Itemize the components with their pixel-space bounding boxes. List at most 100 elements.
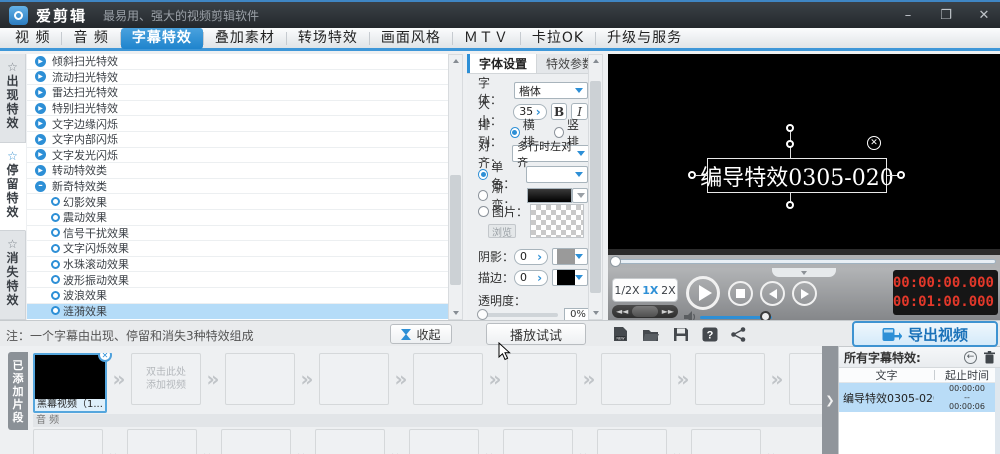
add-video-placeholder[interactable]: 双击此处添加视频: [131, 353, 201, 405]
empty-clip-slot[interactable]: [789, 353, 822, 405]
share-icon[interactable]: [731, 327, 746, 342]
effect-item[interactable]: 波形振动效果: [27, 272, 448, 288]
effect-item[interactable]: 水珠滚动效果: [27, 257, 448, 273]
scrollbar-thumb[interactable]: [450, 175, 461, 285]
speed-button[interactable]: 1X: [642, 284, 658, 297]
subtitle-selection-box[interactable]: 编导特效0305-020: [707, 158, 887, 193]
empty-audio-slot[interactable]: [33, 429, 103, 454]
empty-clip-slot[interactable]: [507, 353, 577, 405]
prev-frame-button[interactable]: [760, 281, 785, 306]
menu-tab[interactable]: 升级与服务: [596, 28, 693, 49]
menu-tab[interactable]: 音 频: [62, 28, 119, 49]
font-select[interactable]: 楷体: [514, 82, 588, 99]
image-radio[interactable]: [478, 206, 489, 217]
gradient-radio[interactable]: [478, 190, 488, 201]
remove-subtitle-icon[interactable]: ✕: [867, 136, 881, 150]
next-frame-button[interactable]: [792, 281, 817, 306]
menu-tab[interactable]: 卡拉OK: [521, 28, 595, 49]
opacity-slider-thumb[interactable]: [477, 309, 488, 320]
empty-clip-slot[interactable]: [695, 353, 765, 405]
shadow-color-picker[interactable]: [552, 248, 588, 265]
empty-audio-slot[interactable]: [503, 429, 573, 454]
collapse-notch[interactable]: [772, 268, 836, 277]
empty-clip-slot[interactable]: [319, 353, 389, 405]
close-button[interactable]: ✕: [976, 8, 992, 23]
menu-tab[interactable]: ＭＴＶ: [453, 28, 520, 49]
empty-audio-slot[interactable]: [409, 429, 479, 454]
tab-font-settings[interactable]: 字体设置: [467, 54, 536, 73]
stage-tab[interactable]: ☆停留特效: [0, 143, 26, 232]
empty-audio-slot[interactable]: [127, 429, 197, 454]
seek-bar[interactable]: [608, 255, 1000, 268]
empty-audio-slot[interactable]: [221, 429, 291, 454]
browse-button[interactable]: 浏览: [488, 224, 516, 238]
video-preview[interactable]: 编导特效0305-020 ✕: [608, 54, 1000, 255]
save-icon[interactable]: [673, 327, 689, 342]
export-video-button[interactable]: 导出视频: [852, 321, 998, 347]
left-handle[interactable]: [688, 171, 696, 179]
scroll-down-icon[interactable]: [589, 307, 602, 319]
solid-color-picker[interactable]: [526, 166, 588, 183]
speed-button[interactable]: 2X: [661, 284, 676, 297]
effect-item[interactable]: ▶特别扫光特效: [27, 101, 448, 117]
effect-item[interactable]: ▶转动特效类: [27, 163, 448, 179]
vertical-radio[interactable]: [554, 127, 564, 138]
jog-thumb[interactable]: [632, 306, 658, 317]
restore-button[interactable]: ❐: [938, 8, 954, 23]
menu-tab[interactable]: 视 频: [4, 28, 61, 49]
effect-item[interactable]: 信号干扰效果: [27, 226, 448, 242]
solid-color-radio[interactable]: [478, 169, 488, 180]
timeline-clip[interactable]: 黑幕视频（1...✕: [33, 353, 107, 413]
image-texture-preview[interactable]: [530, 204, 584, 238]
bottom-handle[interactable]: [786, 201, 794, 209]
subtitles-scrollbar[interactable]: [995, 368, 1000, 454]
effect-item[interactable]: 幻影效果: [27, 194, 448, 210]
rotate-handle[interactable]: [786, 124, 794, 132]
effect-item[interactable]: –新奇特效类: [27, 179, 448, 195]
effect-item[interactable]: ▶倾斜扫光特效: [27, 54, 448, 70]
undo-icon[interactable]: ←: [964, 351, 977, 364]
empty-clip-slot[interactable]: [413, 353, 483, 405]
subtitle-overlay-text[interactable]: 编导特效0305-020: [700, 160, 893, 192]
seek-track[interactable]: [612, 259, 996, 264]
empty-clip-slot[interactable]: [601, 353, 671, 405]
added-clips-tab[interactable]: 已添加片段: [8, 352, 28, 430]
speed-button[interactable]: 1/2X: [614, 284, 639, 297]
top-handle[interactable]: [786, 140, 794, 148]
effect-item[interactable]: 文字闪烁效果: [27, 241, 448, 257]
menu-tab[interactable]: 字幕特效: [121, 28, 203, 49]
opacity-slider[interactable]: [478, 313, 558, 317]
empty-audio-slot[interactable]: [597, 429, 667, 454]
effect-item[interactable]: ▶文字发光闪烁: [27, 148, 448, 164]
stage-tab[interactable]: ☆出现特效: [0, 54, 25, 143]
open-folder-icon[interactable]: [642, 327, 660, 342]
empty-audio-slot[interactable]: [315, 429, 385, 454]
trash-icon[interactable]: [984, 351, 995, 364]
effects-scrollbar[interactable]: [448, 54, 463, 320]
effect-item[interactable]: 波浪效果: [27, 288, 448, 304]
effect-item[interactable]: ▶雷达扫光特效: [27, 85, 448, 101]
effect-item[interactable]: ▶流动扫光特效: [27, 70, 448, 86]
play-button[interactable]: [686, 276, 720, 310]
settings-scrollbar[interactable]: [588, 54, 603, 320]
stroke-stepper[interactable]: 0 ›: [514, 270, 548, 286]
stroke-color-picker[interactable]: [552, 269, 588, 286]
effect-item[interactable]: 震动效果: [27, 210, 448, 226]
help-icon[interactable]: ?: [702, 327, 718, 342]
shadow-stepper[interactable]: 0 ›: [514, 249, 548, 265]
stop-button[interactable]: [728, 281, 753, 306]
minimize-button[interactable]: –: [900, 8, 916, 23]
menu-tab[interactable]: 画面风格: [370, 28, 452, 49]
subtitle-row[interactable]: 编导特效0305-02000:00:00--00:00:06: [839, 383, 1000, 412]
menu-tab[interactable]: 转场特效: [287, 28, 369, 49]
gradient-swatch[interactable]: [527, 188, 572, 203]
stage-tab[interactable]: ☆消失特效: [0, 231, 25, 320]
scroll-up-icon[interactable]: [449, 55, 462, 67]
seek-thumb[interactable]: [610, 256, 621, 267]
new-project-icon[interactable]: NEW: [612, 326, 629, 342]
bold-button[interactable]: B: [551, 103, 568, 120]
horizontal-radio[interactable]: [510, 127, 520, 138]
scroll-up-icon[interactable]: [589, 55, 602, 67]
effect-item[interactable]: ▶文字边缘闪烁: [27, 116, 448, 132]
empty-clip-slot[interactable]: [225, 353, 295, 405]
